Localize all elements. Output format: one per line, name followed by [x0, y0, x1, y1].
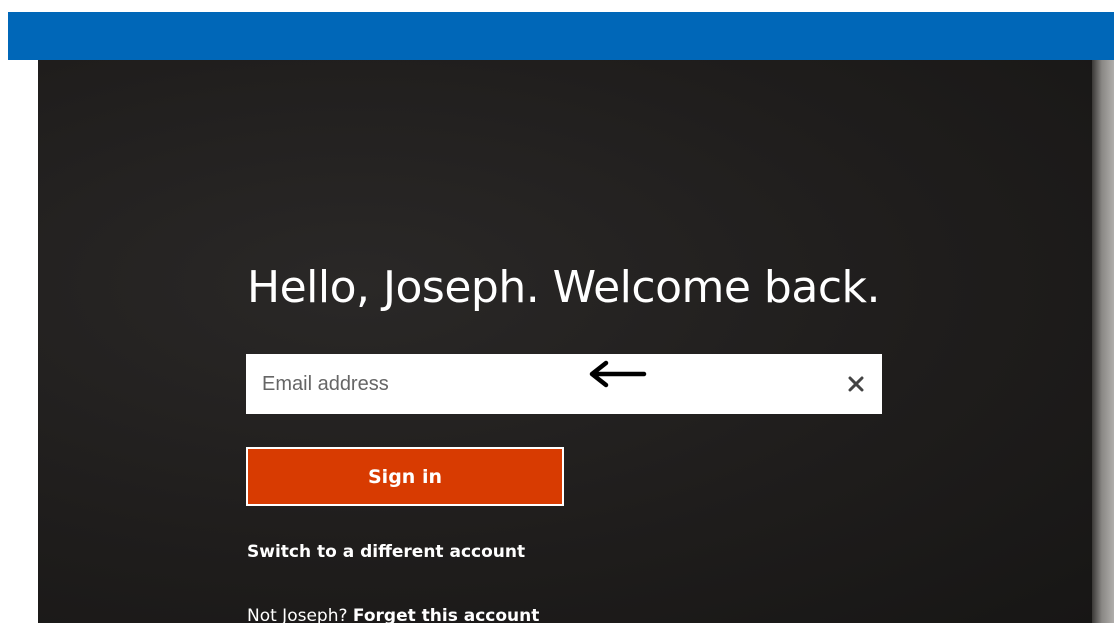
screen: Hello, Joseph. Welcome back. Sign in Swi… — [0, 0, 1114, 626]
right-edge-shade — [1092, 60, 1114, 623]
left-margin — [0, 60, 38, 623]
login-panel — [38, 60, 1100, 623]
email-field-container — [246, 354, 882, 414]
not-user-line: Not Joseph? Forget this account — [247, 606, 539, 626]
switch-account-link[interactable]: Switch to a different account — [247, 542, 525, 562]
close-icon[interactable] — [844, 372, 868, 396]
email-input[interactable] — [246, 354, 806, 414]
sign-in-button[interactable]: Sign in — [246, 447, 564, 506]
welcome-heading: Hello, Joseph. Welcome back. — [247, 262, 880, 313]
arrow-left-icon — [589, 360, 647, 388]
forget-account-link[interactable]: Forget this account — [353, 606, 539, 626]
not-user-text: Not Joseph? — [247, 606, 353, 626]
top-banner — [8, 12, 1114, 60]
